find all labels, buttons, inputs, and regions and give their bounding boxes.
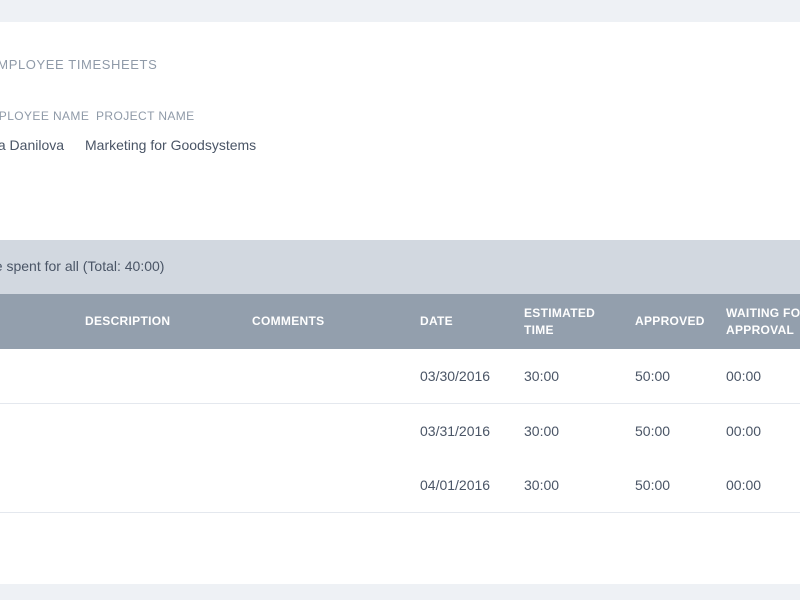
cell-waiting-for-approval: 00:00	[726, 368, 762, 384]
column-header-waiting-for-approval[interactable]: WAITING FOR APPROVAL	[726, 294, 800, 349]
cell-comments	[252, 349, 412, 403]
column-header-approved[interactable]: APPROVED	[635, 294, 725, 349]
cell-waiting-for-approval: 00:00	[726, 423, 762, 439]
cell-approved: 50:00	[635, 368, 671, 384]
table-row[interactable]: 04/01/2016 30:00 50:00 00:00	[0, 458, 800, 513]
employee-name-value: Mila Danilova	[0, 137, 65, 153]
column-header-comments[interactable]: COMMENTS	[252, 294, 412, 349]
cell-description	[85, 458, 245, 512]
project-name-value: Marketing for Goodsystems	[85, 137, 257, 153]
project-name-label: PROJECT NAME	[96, 109, 195, 123]
employee-name-label: EMPLOYEE NAME	[0, 109, 90, 123]
cell-approved: 50:00	[635, 423, 671, 439]
cell-estimated-time: 30:00	[524, 477, 560, 493]
cell-date: 03/30/2016	[420, 368, 491, 384]
table-row[interactable]: 03/30/2016 30:00 50:00 00:00	[0, 349, 800, 404]
timesheet-card: EMPLOYEE TIMESHEETS EMPLOYEE NAME PROJEC…	[0, 22, 800, 584]
time-summary-bar[interactable]: Time spent for all (Total: 40:00)	[0, 240, 800, 294]
cell-comments	[252, 458, 412, 512]
cell-waiting-for-approval: 00:00	[726, 477, 762, 493]
cell-date: 04/01/2016	[420, 477, 491, 493]
cell-description	[85, 404, 245, 458]
cell-approved: 50:00	[635, 477, 671, 493]
page-title: EMPLOYEE TIMESHEETS	[0, 57, 158, 72]
column-header-estimated-time[interactable]: ESTIMATED TIME	[524, 294, 604, 349]
cell-comments	[252, 404, 412, 458]
column-header-description[interactable]: DESCRIPTION	[85, 294, 245, 349]
cell-description	[85, 349, 245, 403]
cell-date: 03/31/2016	[420, 423, 491, 439]
column-header-date[interactable]: DATE	[420, 294, 520, 349]
table-row[interactable]: 03/31/2016 30:00 50:00 00:00	[0, 404, 800, 459]
time-summary-text: Time spent for all (Total: 40:00)	[0, 258, 165, 274]
cell-estimated-time: 30:00	[524, 423, 560, 439]
timesheet-table-header: DESCRIPTION COMMENTS DATE ESTIMATED TIME…	[0, 294, 800, 349]
cell-estimated-time: 30:00	[524, 368, 560, 384]
